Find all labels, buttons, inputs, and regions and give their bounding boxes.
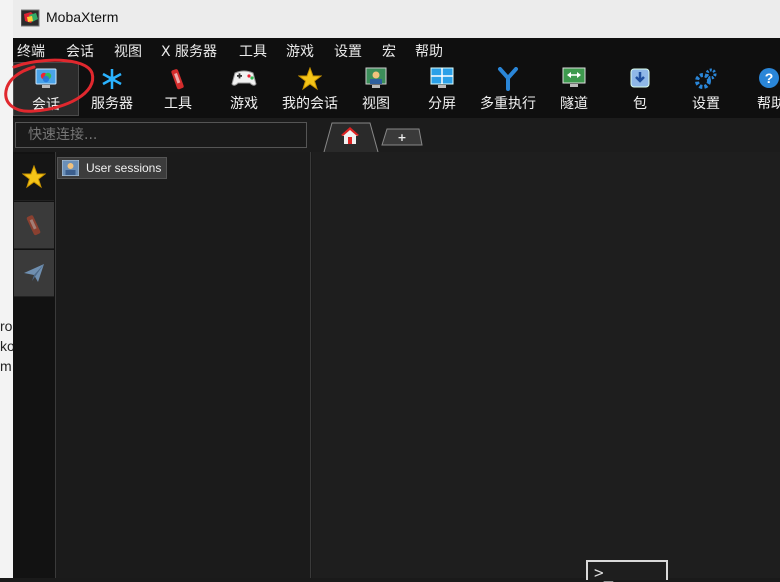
servers-icon [102, 69, 122, 89]
svg-text:?: ? [765, 70, 774, 86]
toolbar-label: 设置 [692, 96, 720, 112]
gamepad-icon [231, 70, 257, 86]
menu-sessions[interactable]: 会话 [66, 41, 94, 61]
sessions-sidebar: User sessions [13, 152, 311, 578]
background-text-line: ro [0, 318, 13, 334]
toolbar-help-button[interactable]: ? 帮助 [739, 62, 780, 116]
sidebar-tab-sessions[interactable] [14, 154, 54, 201]
new-tab-button[interactable]: + [381, 128, 423, 146]
plus-icon: + [397, 131, 406, 144]
menu-macros[interactable]: 宏 [382, 41, 396, 61]
session-icon [35, 68, 57, 88]
menu-bar: 终端 会话 视图 X 服务器 工具 游戏 设置 宏 帮助 [13, 38, 780, 62]
terminal-area[interactable]: >_ [312, 152, 780, 582]
tunnel-icon [562, 67, 586, 87]
packages-icon [630, 68, 650, 88]
toolbar-label: 帮助 [757, 96, 780, 112]
sidebar-icon-strip [13, 152, 56, 578]
settings-icon [695, 68, 717, 89]
view-icon [365, 67, 387, 88]
menu-terminal[interactable]: 终端 [17, 41, 45, 61]
menu-help[interactable]: 帮助 [415, 41, 443, 61]
terminal-icon: >_ [586, 560, 668, 582]
background-window-strip: ro ko m [0, 0, 15, 578]
sidebar-tab-tools[interactable] [14, 202, 54, 249]
background-text-line: m [0, 358, 12, 374]
tools-icon [26, 215, 41, 236]
mobaxterm-logo-icon [21, 9, 40, 27]
prompt-glyph: >_ [594, 563, 614, 582]
main-toolbar: 会话 服务器 工具 游戏 我的会话 视图 分屏 多重执行 隧道 包 设置 ? 帮… [13, 62, 780, 118]
menu-games[interactable]: 游戏 [286, 41, 314, 61]
paper-plane-icon [24, 264, 44, 282]
user-sessions-icon [62, 160, 79, 176]
title-bar[interactable]: MobaXterm [13, 0, 780, 38]
sidebar-tab-macros[interactable] [14, 250, 54, 297]
fork-icon [498, 67, 518, 91]
menu-settings[interactable]: 设置 [334, 41, 362, 61]
toolbar-settings-button[interactable]: 设置 [673, 62, 739, 116]
split-icon [430, 67, 454, 88]
menu-x-server[interactable]: X 服务器 [161, 41, 217, 61]
quick-connect-input[interactable] [15, 122, 307, 148]
help-icon: ? [759, 68, 779, 88]
home-tab[interactable] [322, 122, 380, 152]
star-icon [22, 165, 46, 189]
tools-icon [171, 69, 184, 90]
user-sessions-label: User sessions [86, 161, 162, 175]
star-icon [298, 67, 322, 91]
window-title: MobaXterm [46, 9, 119, 25]
user-sessions-node[interactable]: User sessions [57, 157, 167, 179]
menu-tools[interactable]: 工具 [239, 41, 267, 61]
menu-view[interactable]: 视图 [114, 41, 142, 61]
